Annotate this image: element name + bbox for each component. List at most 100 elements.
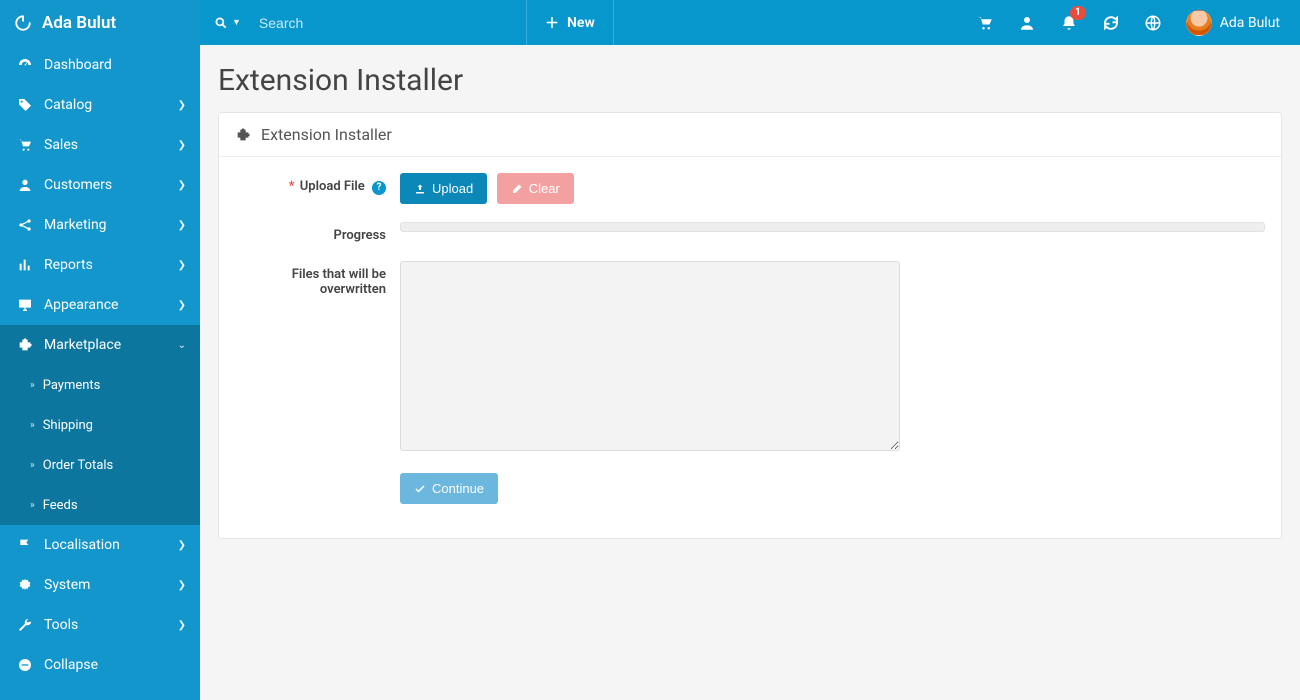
cart-icon	[14, 137, 36, 153]
brand[interactable]: Ada Bulut	[0, 0, 200, 45]
flag-icon	[14, 537, 36, 553]
monitor-icon	[14, 297, 36, 313]
sidebar-item-customers[interactable]: Customers ❯	[0, 165, 200, 205]
sidebar-item-collapse[interactable]: Collapse	[0, 645, 200, 685]
double-chevron-icon: »	[30, 380, 35, 391]
double-chevron-icon: »	[30, 460, 35, 471]
sidebar-subitem-shipping[interactable]: » Shipping	[0, 405, 200, 445]
help-icon[interactable]: ?	[372, 181, 386, 195]
caret-down-icon[interactable]: ▼	[232, 17, 241, 28]
bar-chart-icon	[14, 257, 36, 273]
chevron-right-icon: ❯	[178, 260, 186, 271]
topbar-actions: 1 Ada Bulut	[976, 10, 1300, 36]
check-icon	[414, 483, 426, 495]
sidebar-item-label: System	[44, 577, 90, 593]
page-title: Extension Installer	[200, 45, 1300, 112]
sidebar-item-appearance[interactable]: Appearance ❯	[0, 285, 200, 325]
sidebar-item-label: Tools	[44, 617, 78, 633]
sidebar-item-label: Collapse	[44, 657, 98, 673]
new-button-label: New	[567, 15, 595, 31]
tag-icon	[14, 97, 36, 113]
sidebar-item-sales[interactable]: Sales ❯	[0, 125, 200, 165]
puzzle-icon	[14, 337, 36, 353]
sidebar-item-dashboard[interactable]: Dashboard	[0, 45, 200, 85]
cart-icon[interactable]	[976, 14, 994, 32]
eraser-icon	[511, 183, 523, 195]
installer-panel: Extension Installer * Upload File ? Uplo…	[218, 112, 1282, 539]
overwrite-label: Files that will be overwritten	[235, 261, 400, 297]
notification-badge: 1	[1070, 6, 1086, 20]
sidebar-item-label: Dashboard	[44, 57, 112, 73]
global-search[interactable]: ▼	[200, 0, 526, 45]
notifications-icon[interactable]: 1	[1060, 14, 1078, 32]
chevron-right-icon: ❯	[178, 580, 186, 591]
search-input[interactable]	[259, 15, 512, 31]
user-admin-icon[interactable]	[1018, 14, 1036, 32]
progress-bar	[400, 222, 1265, 232]
progress-label: Progress	[235, 222, 400, 243]
required-marker: *	[289, 179, 295, 194]
upload-label: * Upload File ?	[235, 173, 400, 195]
gear-icon	[14, 577, 36, 593]
double-chevron-icon: »	[30, 500, 35, 511]
progress-row: Progress	[235, 222, 1265, 243]
sidebar-subitem-payments[interactable]: » Payments	[0, 365, 200, 405]
double-chevron-icon: »	[30, 420, 35, 431]
panel-body: * Upload File ? Upload	[219, 157, 1281, 538]
sidebar-item-localisation[interactable]: Localisation ❯	[0, 525, 200, 565]
overwrite-row: Files that will be overwritten	[235, 261, 1265, 455]
continue-button[interactable]: Continue	[400, 473, 498, 504]
chevron-right-icon: ❯	[178, 140, 186, 151]
avatar	[1186, 10, 1212, 36]
refresh-icon[interactable]	[1102, 14, 1120, 32]
brand-name: Ada Bulut	[42, 13, 116, 33]
sidebar-subitem-order-totals[interactable]: » Order Totals	[0, 445, 200, 485]
continue-row: Continue	[235, 473, 1265, 504]
sidebar-item-catalog[interactable]: Catalog ❯	[0, 85, 200, 125]
upload-icon	[414, 183, 426, 195]
user-menu[interactable]: Ada Bulut	[1186, 10, 1280, 36]
minus-circle-icon	[14, 657, 36, 673]
user-name: Ada Bulut	[1220, 15, 1280, 31]
sidebar-item-tools[interactable]: Tools ❯	[0, 605, 200, 645]
sidebar-item-system[interactable]: System ❯	[0, 565, 200, 605]
sidebar-item-label: Appearance	[44, 297, 118, 313]
sidebar-submenu-marketplace: » Payments » Shipping » Order Totals » F…	[0, 365, 200, 525]
chevron-down-icon: ⌄	[178, 340, 186, 351]
overwrite-control	[400, 261, 1265, 455]
puzzle-icon	[235, 127, 251, 143]
sidebar-item-marketplace[interactable]: Marketplace ⌄	[0, 325, 200, 365]
new-button[interactable]: ＋ New	[526, 0, 614, 45]
panel-title: Extension Installer	[261, 125, 392, 144]
progress-control	[400, 222, 1265, 232]
sidebar-subitem-feeds[interactable]: » Feeds	[0, 485, 200, 525]
globe-icon[interactable]	[1144, 14, 1162, 32]
share-icon	[14, 217, 36, 233]
chevron-right-icon: ❯	[178, 540, 186, 551]
main-content: Extension Installer Extension Installer …	[200, 0, 1300, 700]
upload-row: * Upload File ? Upload	[235, 173, 1265, 204]
sidebar-item-label: Customers	[44, 177, 112, 193]
sidebar-item-reports[interactable]: Reports ❯	[0, 245, 200, 285]
sidebar-subitem-label: Order Totals	[43, 458, 114, 473]
sidebar-subitem-label: Shipping	[43, 418, 93, 433]
chevron-right-icon: ❯	[178, 620, 186, 631]
sidebar-item-label: Marketing	[44, 217, 107, 233]
main-nav: Dashboard Catalog ❯ Sales ❯ Customers ❯ …	[0, 45, 200, 685]
sidebar: Ada Bulut Dashboard Catalog ❯ Sales ❯ Cu…	[0, 0, 200, 700]
sidebar-item-label: Sales	[44, 137, 78, 153]
chevron-right-icon: ❯	[178, 220, 186, 231]
sidebar-item-label: Marketplace	[44, 337, 121, 353]
sidebar-item-marketing[interactable]: Marketing ❯	[0, 205, 200, 245]
upload-controls: Upload Clear	[400, 173, 1265, 204]
clear-button[interactable]: Clear	[497, 173, 574, 204]
panel-heading: Extension Installer	[219, 113, 1281, 157]
upload-button[interactable]: Upload	[400, 173, 487, 204]
topbar: ▼ ＋ New 1 Ada Bulut	[200, 0, 1300, 45]
overwrite-textarea[interactable]	[400, 261, 900, 451]
sidebar-subitem-label: Feeds	[43, 498, 78, 513]
sidebar-item-label: Catalog	[44, 97, 92, 113]
sidebar-item-label: Localisation	[44, 537, 120, 553]
chevron-right-icon: ❯	[178, 300, 186, 311]
wrench-icon	[14, 617, 36, 633]
